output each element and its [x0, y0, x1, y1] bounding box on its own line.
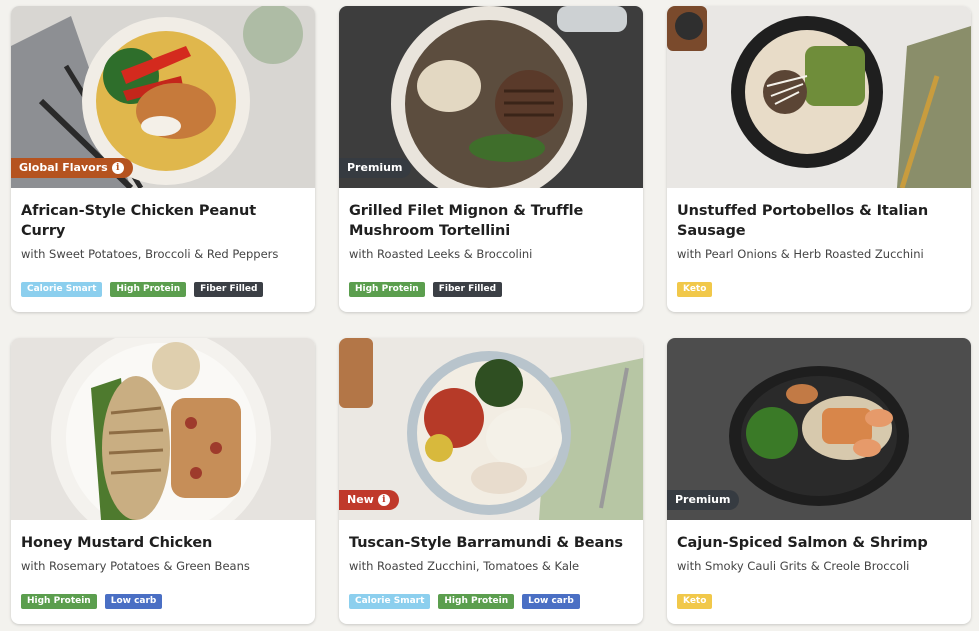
meal-title: Tuscan-Style Barramundi & Beans [349, 535, 623, 551]
flag-label: New [347, 493, 374, 506]
meal-photo[interactable] [11, 338, 315, 520]
meal-card[interactable]: Global Flavors i African-Style Chicken P… [11, 6, 315, 312]
meal-title: African-Style Chicken Peanut Curry [21, 203, 257, 239]
meal-subtitle: with Pearl Onions & Herb Roasted Zucchin… [677, 247, 924, 261]
meal-subtitle: with Roasted Leeks & Broccolini [349, 247, 533, 261]
meal-photo[interactable] [667, 6, 971, 188]
info-icon[interactable]: i [111, 162, 124, 174]
tag-keto: Keto [677, 594, 713, 609]
tag-list: High Protein Low carb [21, 594, 305, 609]
tag-keto: Keto [677, 282, 713, 297]
tag-list: Keto [677, 282, 961, 297]
meal-subtitle: with Sweet Potatoes, Broccoli & Red Pepp… [21, 247, 279, 261]
info-icon[interactable]: i [377, 494, 390, 506]
meal-photo[interactable]: Premium [667, 338, 971, 520]
meal-title: Honey Mustard Chicken [21, 535, 213, 551]
tag-calorie-smart: Calorie Smart [21, 282, 103, 297]
meal-title: Unstuffed Portobellos & Italian Sausage [677, 203, 929, 239]
flag-label: Global Flavors [19, 161, 108, 174]
meal-photo-image [11, 338, 315, 520]
meal-photo-image [667, 6, 971, 188]
meal-card[interactable]: New i Tuscan-Style Barramundi & Beans wi… [339, 338, 643, 624]
tag-list: Calorie Smart High Protein Fiber Filled [21, 282, 305, 297]
meal-subtitle: with Rosemary Potatoes & Green Beans [21, 559, 250, 573]
tag-high-protein: High Protein [438, 594, 515, 609]
tag-low-carb: Low carb [522, 594, 580, 609]
tag-high-protein: High Protein [21, 594, 97, 609]
meal-flag: New i [339, 490, 399, 510]
meal-title: Grilled Filet Mignon & Truffle Mushroom … [349, 203, 584, 239]
tag-fiber-filled: Fiber Filled [432, 282, 503, 297]
meal-card[interactable]: Unstuffed Portobellos & Italian Sausage … [667, 6, 971, 312]
tag-calorie-smart: Calorie Smart [349, 594, 431, 609]
meal-subtitle: with Roasted Zucchini, Tomatoes & Kale [349, 559, 580, 573]
tag-list: High Protein Fiber Filled [349, 282, 633, 297]
meal-photo[interactable]: Global Flavors i [11, 6, 315, 188]
meal-card[interactable]: Premium Cajun-Spiced Salmon & Shrimp wit… [667, 338, 971, 624]
meal-flag: Premium [667, 490, 740, 510]
meal-flag: Premium [339, 158, 412, 178]
flag-label: Premium [675, 493, 731, 506]
meal-photo[interactable]: New i [339, 338, 643, 520]
meal-subtitle: with Smoky Cauli Grits & Creole Broccoli [677, 559, 910, 573]
meal-flag: Global Flavors i [11, 158, 133, 178]
meal-photo[interactable]: Premium [339, 6, 643, 188]
tag-list: Keto [677, 594, 961, 609]
tag-low-carb: Low carb [104, 594, 163, 609]
meal-title: Cajun-Spiced Salmon & Shrimp [677, 535, 928, 551]
tag-list: Calorie Smart High Protein Low carb [349, 594, 633, 609]
flag-label: Premium [347, 161, 403, 174]
meal-card[interactable]: Honey Mustard Chicken with Rosemary Pota… [11, 338, 315, 624]
tag-fiber-filled: Fiber Filled [194, 282, 264, 297]
meal-grid: Global Flavors i African-Style Chicken P… [0, 0, 979, 631]
tag-high-protein: High Protein [349, 282, 425, 297]
tag-high-protein: High Protein [110, 282, 187, 297]
meal-card[interactable]: Premium Grilled Filet Mignon & Truffle M… [339, 6, 643, 312]
